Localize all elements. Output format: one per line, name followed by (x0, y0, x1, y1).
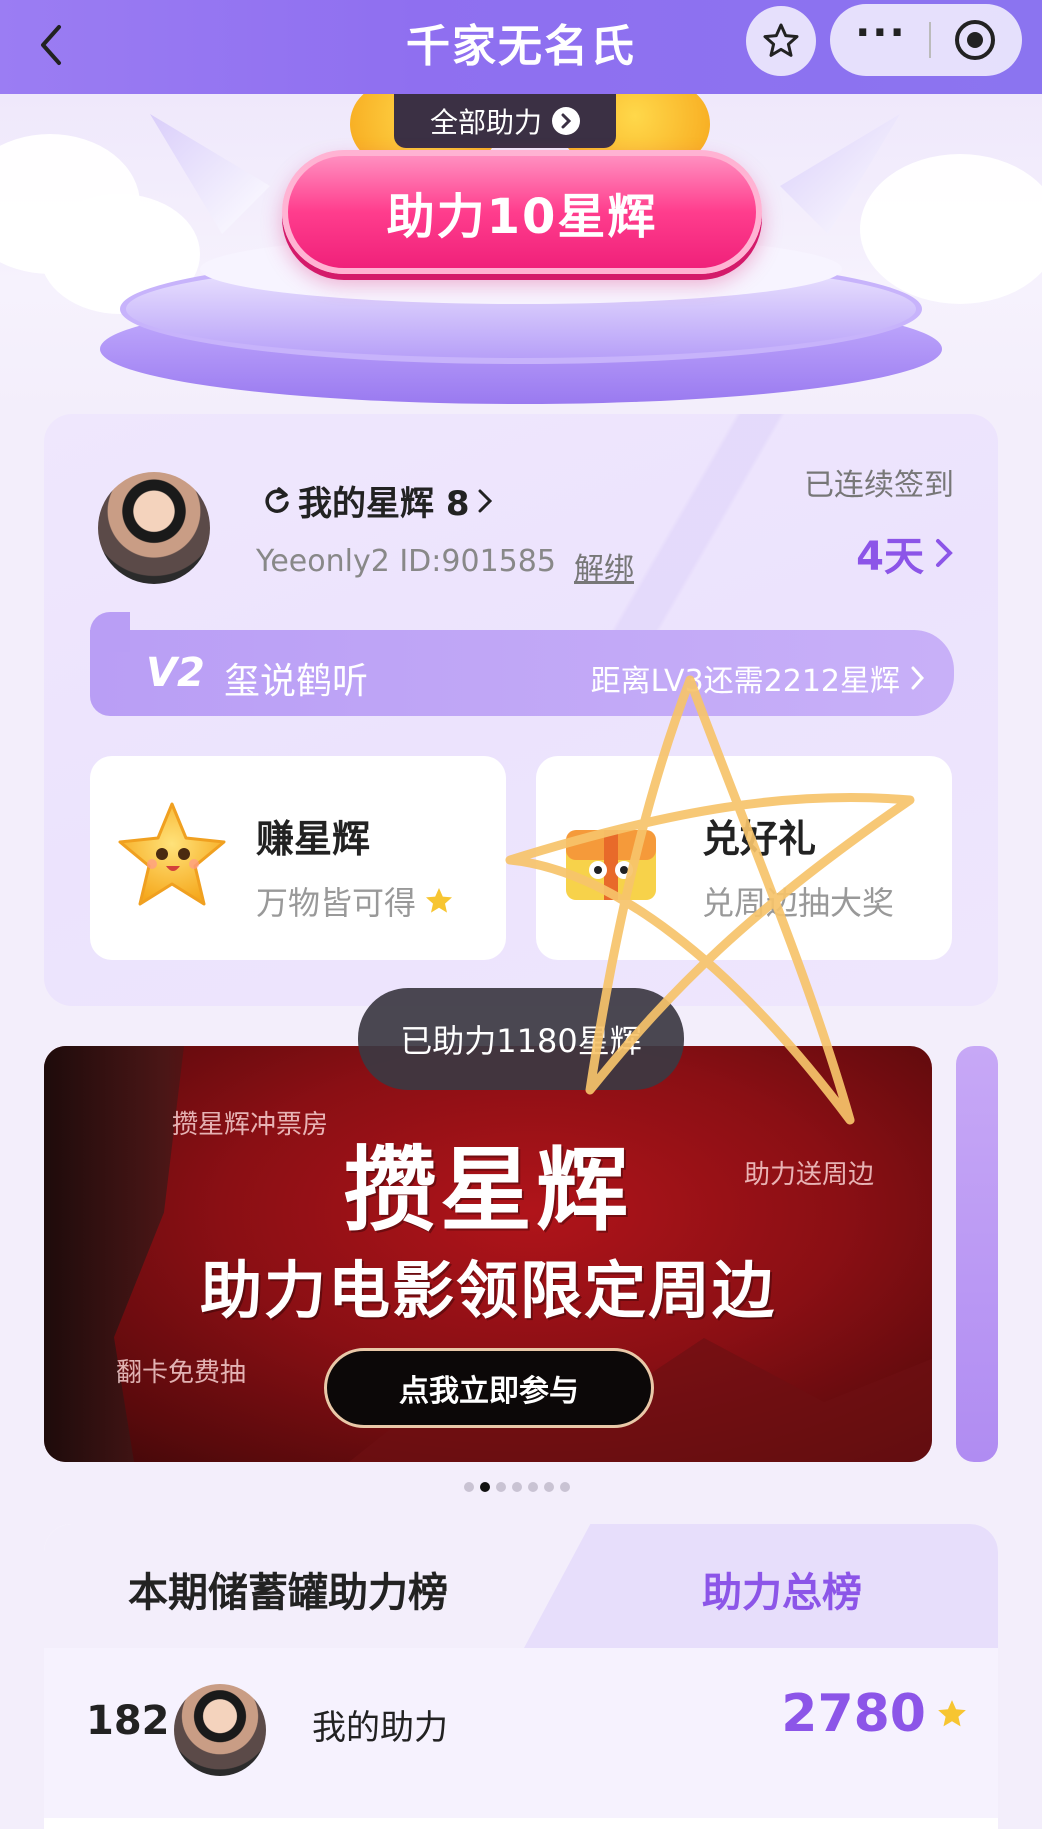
tab-total[interactable]: 助力总榜 (702, 1560, 862, 1618)
redeem-title: 兑好礼 (702, 817, 817, 861)
chevron-right-icon (552, 107, 580, 135)
banner-join-button[interactable]: 点我立即参与 (324, 1348, 654, 1428)
star-mascot-icon (118, 802, 226, 906)
level-progress-bar[interactable]: V2 玺说鹤听 距离LV3还需2212星辉 (90, 612, 954, 716)
hero-section: 全部助力 助力10星辉 (0, 94, 1042, 414)
cloud-decoration (860, 154, 1042, 304)
my-help-score-value: 2780 (781, 1684, 926, 1744)
checkin-days-link[interactable]: 4天 (856, 524, 954, 582)
my-help-score: 2780 (781, 1684, 968, 1744)
carousel-dot[interactable] (464, 1482, 474, 1492)
avatar (174, 1684, 266, 1776)
banner-corner-text: 翻卡免费抽 (116, 1358, 247, 1388)
carousel-dot[interactable] (480, 1482, 490, 1492)
toast-message: 已助力1180星辉 (358, 988, 684, 1090)
level-progress-text: 距离LV3还需2212星辉 (591, 656, 926, 700)
earn-stars-card[interactable]: 赚星辉 万物皆可得 (90, 756, 506, 960)
unbind-link[interactable]: 解绑 (574, 544, 634, 588)
capsule-divider (928, 22, 931, 58)
earn-title: 赚星辉 (256, 817, 371, 861)
star-outline-icon (763, 23, 799, 57)
my-stars-link[interactable]: 我的星辉 8 (262, 476, 494, 525)
promo-banner[interactable]: 攒星辉冲票房 助力送周边 翻卡免费抽 攒星辉 助力电影领限定周边 点我立即参与 (44, 1046, 932, 1462)
my-rank-row: 182 我的助力 2780 (44, 1648, 998, 1818)
avatar[interactable] (98, 472, 210, 584)
all-help-label: 全部助力 (429, 106, 542, 139)
carousel-dot[interactable] (544, 1482, 554, 1492)
carousel-indicator (464, 1482, 570, 1492)
chevron-right-icon (911, 666, 925, 690)
all-help-link[interactable]: 全部助力 (394, 94, 616, 148)
user-card: 我的星辉 8 Yeeonly2 ID:901585 解绑 已连续签到 4天 V2… (44, 414, 998, 1006)
help-stars-button[interactable]: 助力10星辉 (282, 150, 762, 274)
username-id: Yeeonly2 ID:901585 (256, 544, 556, 579)
checkin-label: 已连续签到 (804, 468, 954, 503)
ranking-tabs: 本期储蓄罐助力榜 助力总榜 (44, 1524, 998, 1648)
tab-this-period[interactable]: 本期储蓄罐助力榜 (128, 1560, 448, 1618)
mini-program-capsule: ··· (830, 4, 1022, 76)
star-icon (426, 888, 453, 913)
close-target-icon[interactable] (953, 18, 997, 62)
refresh-icon (265, 486, 289, 513)
star-icon (938, 1700, 966, 1727)
banner-headline: 攒星辉 (343, 1137, 632, 1244)
redeem-gifts-card[interactable]: 兑好礼 兑周边抽大奖 (536, 756, 952, 960)
my-rank-number: 182 (86, 1698, 170, 1744)
chevron-right-icon (478, 489, 492, 512)
carousel-dot[interactable] (528, 1482, 538, 1492)
carousel-dot[interactable] (496, 1482, 506, 1492)
carousel-dot[interactable] (512, 1482, 522, 1492)
level-badge: V2 (146, 650, 205, 696)
my-stars-label: 我的星辉 8 (298, 484, 470, 524)
banner-subheadline: 助力电影领限定周边 (199, 1254, 776, 1327)
carousel-dot[interactable] (560, 1482, 570, 1492)
level-name: 玺说鹤听 (224, 661, 369, 702)
ranking-card: 本期储蓄罐助力榜 助力总榜 182 我的助力 2780 (44, 1524, 998, 1829)
earn-subtitle: 万物皆可得 (256, 884, 417, 922)
my-help-label: 我的助力 (312, 1708, 448, 1748)
checkin-days-value: 4天 (856, 534, 924, 580)
next-banner-peek[interactable] (956, 1046, 998, 1462)
more-options-button[interactable]: ··· (855, 13, 907, 53)
level-progress-label: 距离LV3还需2212星辉 (590, 664, 900, 699)
earn-subtitle-row: 万物皆可得 (256, 878, 454, 924)
chevron-right-icon (936, 539, 953, 567)
level-bar-notch (90, 612, 130, 652)
gift-box-mascot-icon (566, 830, 656, 900)
redeem-subtitle: 兑周边抽大奖 (702, 884, 895, 922)
favorite-button[interactable] (746, 6, 816, 76)
top-nav-bar: 千家无名氏 ··· (0, 0, 1042, 94)
